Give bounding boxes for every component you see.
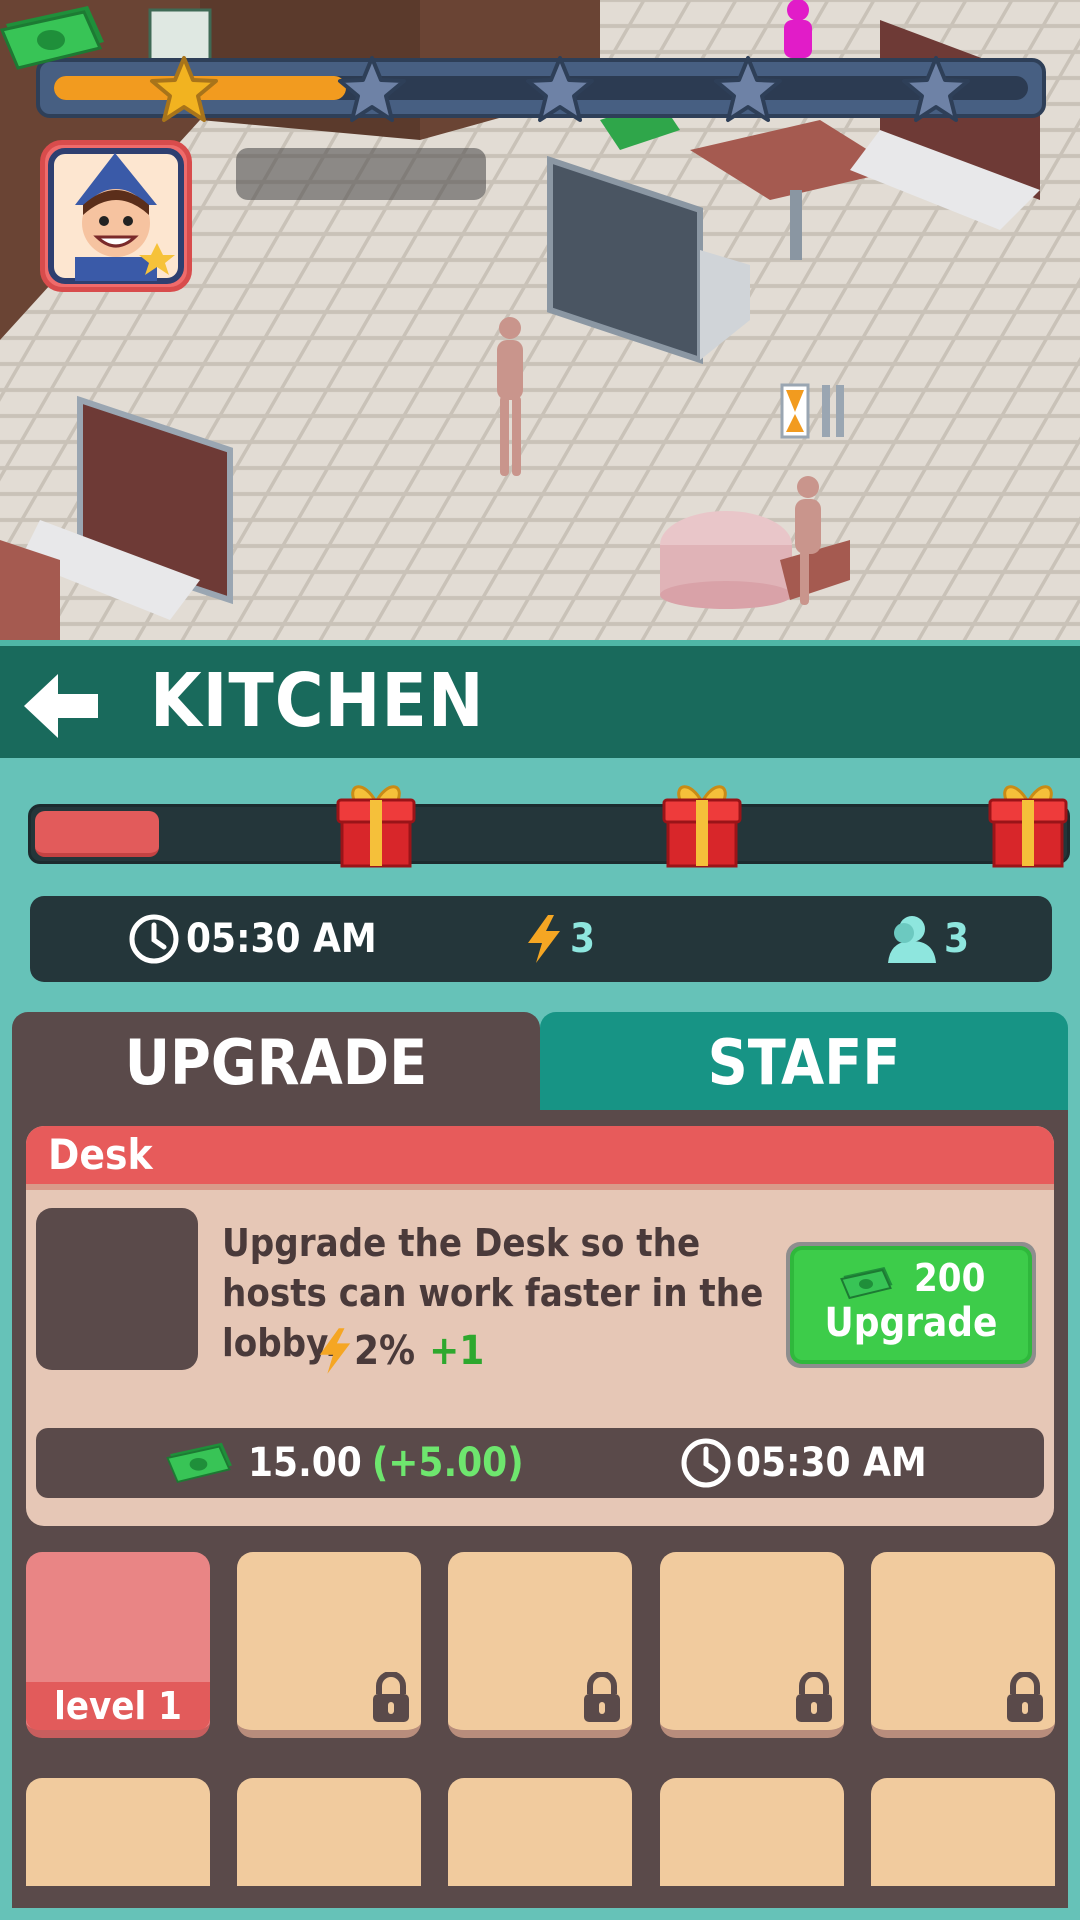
milestone-progress-fill — [35, 811, 159, 857]
cash-icon — [166, 1442, 232, 1484]
card-header: Desk — [26, 1126, 1054, 1190]
cash-icon — [840, 1267, 893, 1300]
gift-icon[interactable] — [986, 776, 1070, 870]
item-name: Desk — [48, 1130, 153, 1179]
back-arrow-icon[interactable] — [18, 666, 104, 746]
level-slot-locked[interactable] — [26, 1778, 210, 1886]
lock-icon — [792, 1671, 836, 1724]
time-value: 05:30 AM — [186, 916, 377, 962]
income-bonus: (+5.00) — [371, 1440, 524, 1486]
stat-bonus: +1 — [429, 1328, 485, 1374]
lock-icon — [1003, 1671, 1047, 1724]
person-icon — [888, 916, 936, 963]
tab-upgrade-label: UPGRADE — [124, 1025, 428, 1099]
item-description: Upgrade the Desk so the hosts can work f… — [222, 1221, 764, 1365]
level-slot-locked[interactable] — [448, 1552, 632, 1738]
stat-value: 2% — [354, 1328, 416, 1374]
level-slot-locked[interactable] — [237, 1552, 421, 1738]
energy-display: 3 — [524, 915, 596, 963]
upgrade-card: Desk Upgrade the Desk so the hosts can w… — [26, 1126, 1054, 1526]
level-slot-locked[interactable] — [871, 1778, 1055, 1886]
panel-header: KITCHEN — [0, 640, 1080, 758]
upgrade-button[interactable]: 200 Upgrade — [786, 1242, 1036, 1368]
lock-icon — [369, 1671, 413, 1724]
star-icon — [148, 54, 220, 126]
card-time-value: 05:30 AM — [736, 1440, 927, 1486]
clock-icon — [681, 1438, 731, 1488]
tab-staff-label: STAFF — [707, 1025, 901, 1099]
money-counter — [236, 148, 486, 200]
star-icon — [524, 54, 596, 126]
star-icon — [900, 54, 972, 126]
lightning-icon — [528, 915, 560, 963]
wizard-avatar-icon — [48, 148, 184, 284]
income-display: 15.00 (+5.00) — [166, 1440, 524, 1486]
info-bar: 05:30 AM 3 3 — [30, 896, 1052, 982]
tab-upgrade[interactable]: UPGRADE — [12, 1012, 540, 1112]
star-icon — [336, 54, 408, 126]
staff-count-value: 3 — [944, 916, 970, 962]
player-avatar[interactable] — [40, 140, 192, 292]
staff-count-display: 3 — [882, 916, 970, 963]
milestone-progress-bar — [28, 804, 1070, 864]
upgrade-price: 200 — [914, 1256, 986, 1300]
lock-icon — [580, 1671, 624, 1724]
level-label: level 1 — [26, 1682, 210, 1730]
level-slot-locked[interactable] — [660, 1778, 844, 1886]
star-icon — [712, 54, 784, 126]
level-slot-locked[interactable] — [448, 1778, 632, 1886]
upgrade-button-label: Upgrade — [824, 1300, 998, 1346]
level-slot[interactable]: level 1 — [26, 1552, 210, 1738]
game-scene[interactable] — [0, 0, 1080, 640]
panel-title: KITCHEN — [150, 658, 485, 744]
lightning-icon — [319, 1328, 351, 1374]
level-slot-locked[interactable] — [871, 1552, 1055, 1738]
income-value: 15.00 — [248, 1440, 362, 1486]
level-slot-locked[interactable] — [660, 1552, 844, 1738]
item-stat: 2% +1 — [316, 1326, 484, 1376]
gift-icon[interactable] — [660, 776, 744, 870]
tab-staff[interactable]: STAFF — [540, 1012, 1068, 1112]
level-slot-locked[interactable] — [237, 1778, 421, 1886]
gift-icon[interactable] — [334, 776, 418, 870]
energy-value: 3 — [570, 916, 596, 962]
star-progress-bar — [36, 56, 1046, 122]
item-stats-bar: 15.00 (+5.00) 05:30 AM — [36, 1428, 1044, 1498]
clock-icon — [129, 914, 179, 964]
time-display: 05:30 AM — [128, 914, 377, 964]
card-time-display: 05:30 AM — [680, 1438, 927, 1488]
item-thumbnail — [36, 1208, 198, 1370]
cash-icon — [0, 6, 104, 70]
